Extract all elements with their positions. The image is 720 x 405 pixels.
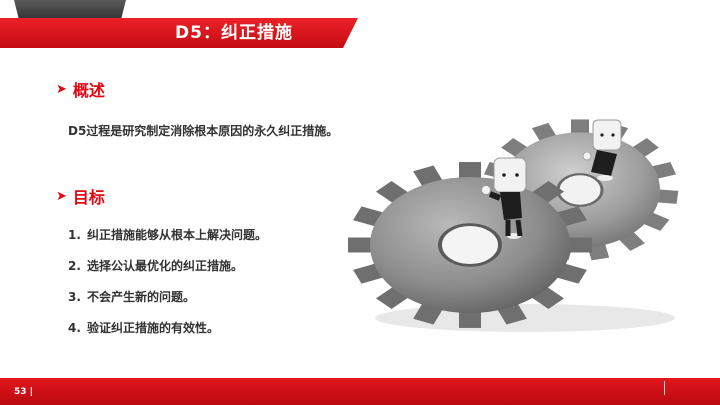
- goal-number: 1.: [68, 228, 81, 242]
- arrowhead-bullet-icon: ➤: [56, 188, 67, 204]
- goal-text: 选择公认最优化的纠正措施。: [87, 259, 244, 273]
- overview-text: D5过程是研究制定消除根本原因的永久纠正措施。: [68, 124, 339, 138]
- title-band-shape: [0, 18, 358, 48]
- overview-heading-label: 概述: [72, 81, 105, 100]
- goal-number: 2.: [68, 259, 81, 273]
- arrowhead-bullet-icon: ➤: [56, 81, 67, 97]
- goal-number: 3.: [68, 290, 81, 304]
- page-number: 53 |: [14, 387, 33, 397]
- goal-item: 3. 不会产生新的问题。: [68, 288, 267, 319]
- overview-heading: ➤ 概述: [56, 77, 105, 101]
- goal-item: 4. 验证纠正措施的有效性。: [68, 319, 267, 350]
- goal-text: 不会产生新的问题。: [87, 290, 196, 304]
- footer-band: [0, 378, 720, 405]
- goals-heading-label: 目标: [72, 188, 105, 207]
- goal-text: 纠正措施能够从根本上解决问题。: [87, 228, 268, 242]
- gears-illustration: [348, 119, 679, 332]
- footer-divider: [664, 381, 665, 395]
- goal-item: 1. 纠正措施能够从根本上解决问题。: [68, 226, 267, 257]
- goals-heading: ➤ 目标: [56, 184, 105, 208]
- goal-text: 验证纠正措施的有效性。: [87, 321, 220, 335]
- goal-item: 2. 选择公认最优化的纠正措施。: [68, 257, 267, 288]
- front-gear-icon: [348, 162, 592, 328]
- page-title: D5：纠正措施: [175, 23, 293, 43]
- title-band: D5：纠正措施: [0, 18, 720, 48]
- goal-number: 4.: [68, 321, 81, 335]
- goals-list: 1. 纠正措施能够从根本上解决问题。 2. 选择公认最优化的纠正措施。 3. 不会产生…: [68, 226, 267, 350]
